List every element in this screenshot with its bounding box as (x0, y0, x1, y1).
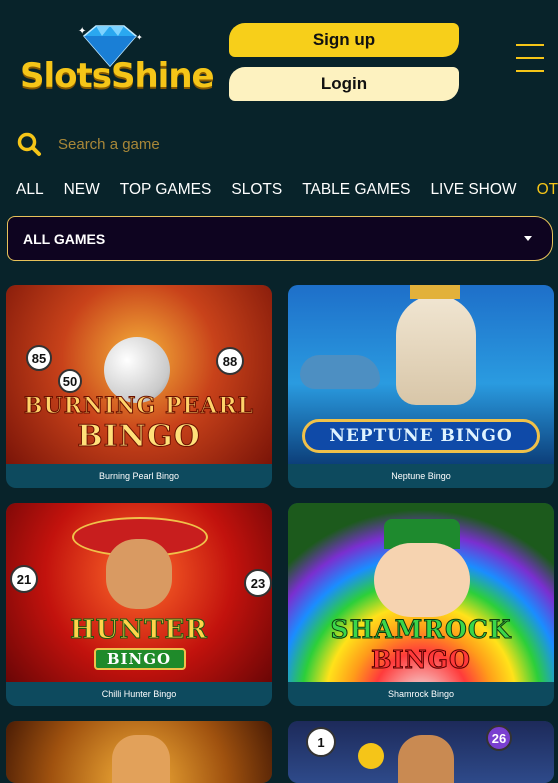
category-tabs: ALL NEW TOP GAMES SLOTS TABLE GAMES LIVE… (16, 181, 558, 199)
coin-image (358, 743, 384, 769)
game-card[interactable]: SHAMROCK BINGO Shamrock Bingo (288, 503, 554, 706)
art-title: BURNING PEARL (23, 393, 255, 420)
slots-shine-logo[interactable]: ✦ ✦ SlotsShine (18, 24, 215, 104)
bingo-ball: 23 (244, 569, 272, 597)
menu-icon[interactable] (516, 44, 544, 72)
game-card[interactable]: NEPTUNE BINGO Neptune Bingo (288, 285, 554, 488)
search-input[interactable] (58, 135, 458, 153)
tab-new[interactable]: NEW (64, 181, 100, 199)
game-thumbnail (6, 721, 272, 783)
dolphin-image (300, 355, 380, 389)
art-subtitle: BINGO (106, 650, 172, 668)
bingo-ball: 88 (216, 347, 244, 375)
svg-text:✦: ✦ (78, 26, 86, 37)
art-title: NEPTUNE BINGO (329, 426, 513, 446)
game-thumbnail: SHAMROCK BINGO (288, 503, 554, 682)
game-name: Chilli Hunter Bingo (101, 689, 177, 699)
search-icon[interactable] (16, 131, 42, 157)
game-name: Burning Pearl Bingo (98, 471, 180, 481)
game-filter-value: ALL GAMES (23, 230, 106, 247)
hunter-face (106, 539, 172, 609)
character-face (398, 735, 454, 783)
svg-text:✦: ✦ (136, 33, 143, 42)
tab-table-games[interactable]: TABLE GAMES (302, 181, 410, 199)
game-name: Neptune Bingo (391, 471, 451, 481)
tab-live-show[interactable]: LIVE SHOW (430, 181, 516, 199)
game-name: Shamrock Bingo (387, 689, 455, 699)
game-thumbnail: 1 26 (288, 721, 554, 783)
bingo-ball: 85 (26, 345, 52, 371)
art-title: SHAMROCK (330, 615, 512, 645)
game-card[interactable]: 1 26 (288, 721, 554, 783)
neptune-figure (396, 295, 476, 405)
bingo-ball: 26 (486, 725, 512, 751)
tab-top-games[interactable]: TOP GAMES (120, 181, 212, 199)
tab-other[interactable]: OTH (537, 181, 558, 199)
login-button[interactable]: Login (229, 67, 459, 101)
bingo-ball: 50 (58, 369, 82, 393)
tab-slots[interactable]: SLOTS (231, 181, 282, 199)
bingo-ball: 1 (306, 727, 336, 757)
game-card[interactable]: 21 23 HUNTER BINGO Chilli Hunter Bingo (6, 503, 272, 706)
search-bar (16, 130, 536, 158)
game-filter-select[interactable]: ALL GAMES (7, 216, 553, 261)
signup-button[interactable]: Sign up (229, 23, 459, 57)
art-subtitle: BINGO (77, 419, 201, 455)
logo-text: SlotsShine (20, 56, 215, 96)
header: ✦ ✦ SlotsShine Sign up Login (0, 0, 558, 118)
character-face (112, 735, 170, 783)
art-subtitle: BINGO (371, 645, 471, 675)
leprechaun-face (374, 543, 470, 617)
bingo-ball: 21 (10, 565, 38, 593)
tab-all[interactable]: ALL (16, 181, 44, 199)
game-thumbnail: 21 23 HUNTER BINGO (6, 503, 272, 682)
game-thumbnail: 85 50 88 BURNING PEARL BINGO (6, 285, 272, 464)
game-card[interactable] (6, 721, 272, 783)
art-title: HUNTER (70, 615, 208, 646)
crown-image (410, 285, 460, 299)
game-thumbnail: NEPTUNE BINGO (288, 285, 554, 464)
game-card[interactable]: 85 50 88 BURNING PEARL BINGO Burning Pea… (6, 285, 272, 488)
chevron-down-icon (524, 236, 532, 241)
